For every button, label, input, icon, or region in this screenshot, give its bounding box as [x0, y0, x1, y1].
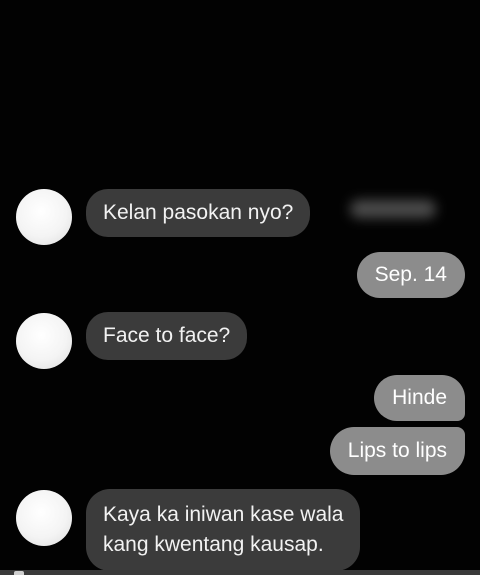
message-text: Lips to lips	[347, 439, 447, 462]
message-text: Kelan pasokan nyo?	[103, 201, 294, 224]
message-text: Hinde	[392, 386, 447, 409]
message-text: Sep. 14	[374, 263, 447, 286]
composer-edge	[0, 570, 480, 575]
message-text-line: kang kwentang kausap.	[103, 533, 324, 556]
incoming-message-bubble[interactable]: Face to face?	[86, 312, 248, 360]
contact-avatar[interactable]	[16, 189, 72, 245]
outgoing-message-bubble[interactable]: Hinde	[374, 375, 465, 421]
contact-avatar[interactable]	[16, 313, 72, 369]
redacted-region	[350, 200, 436, 218]
outgoing-message-bubble[interactable]: Lips to lips	[329, 427, 465, 475]
chat-screen: Kelan pasokan nyo? Sep. 14 Face to face?…	[0, 0, 480, 575]
incoming-message-bubble[interactable]: Kelan pasokan nyo?	[86, 189, 311, 237]
indicator-icon	[14, 571, 24, 575]
message-text: Face to face?	[103, 324, 231, 347]
outgoing-message-bubble[interactable]: Sep. 14	[356, 252, 465, 298]
incoming-message-bubble[interactable]: Kaya ka iniwan kase wala kang kwentang k…	[86, 489, 361, 571]
contact-avatar[interactable]	[16, 490, 72, 546]
message-text-line: Kaya ka iniwan kase wala	[103, 503, 344, 526]
